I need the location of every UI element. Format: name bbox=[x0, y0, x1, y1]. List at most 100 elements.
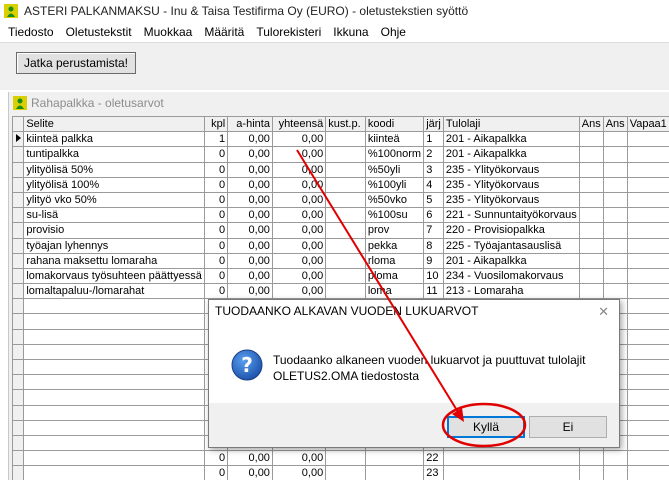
table-cell[interactable]: 0 bbox=[203, 252, 229, 269]
table-cell[interactable]: 0 bbox=[203, 222, 229, 239]
row-indicator[interactable] bbox=[12, 298, 25, 315]
table-cell[interactable] bbox=[23, 328, 205, 345]
table-cell[interactable] bbox=[602, 207, 628, 224]
table-cell[interactable] bbox=[602, 465, 628, 480]
table-cell[interactable] bbox=[626, 374, 669, 391]
menu-tiedosto[interactable]: Tiedosto bbox=[2, 22, 60, 42]
table-cell[interactable]: tuntipalkka bbox=[23, 146, 205, 163]
table-cell[interactable]: lomaltapaluu-/lomarahat bbox=[23, 283, 205, 300]
table-cell[interactable] bbox=[325, 237, 366, 254]
table-cell[interactable] bbox=[626, 176, 669, 193]
table-cell[interactable] bbox=[23, 404, 205, 421]
table-cell[interactable]: 0,00 bbox=[227, 207, 273, 224]
table-cell[interactable]: 23 bbox=[423, 465, 444, 480]
table-cell[interactable] bbox=[626, 328, 669, 345]
table-cell[interactable]: työajan lyhennys bbox=[23, 237, 205, 254]
table-cell[interactable] bbox=[325, 161, 366, 178]
table-cell[interactable]: 0,00 bbox=[271, 207, 327, 224]
table-cell[interactable]: 0,00 bbox=[227, 222, 273, 239]
table-cell[interactable]: %100su bbox=[364, 207, 425, 224]
table-cell[interactable]: 201 - Aikapalkka bbox=[442, 131, 580, 148]
table-cell[interactable]: 0 bbox=[203, 161, 229, 178]
table-cell[interactable]: 22 bbox=[423, 450, 444, 467]
table-cell[interactable] bbox=[23, 358, 205, 376]
table-cell[interactable]: provisio bbox=[23, 222, 205, 239]
table-cell[interactable]: 0,00 bbox=[227, 131, 273, 148]
table-cell[interactable]: 0 bbox=[203, 176, 229, 193]
menu-ikkuna[interactable]: Ikkuna bbox=[327, 22, 374, 42]
table-cell[interactable]: 0,00 bbox=[271, 465, 327, 480]
table-cell[interactable] bbox=[325, 191, 366, 209]
table-cell[interactable]: 0,00 bbox=[227, 161, 273, 178]
table-cell[interactable] bbox=[602, 176, 628, 193]
table-cell[interactable] bbox=[602, 131, 628, 148]
row-indicator[interactable] bbox=[12, 252, 25, 269]
table-cell[interactable] bbox=[325, 267, 366, 285]
table-cell[interactable]: %50vko bbox=[364, 191, 425, 209]
table-cell[interactable] bbox=[626, 267, 669, 285]
table-cell[interactable] bbox=[325, 131, 366, 148]
table-row[interactable]: 0 0,00 0,00 23 bbox=[12, 465, 669, 480]
row-indicator[interactable] bbox=[12, 131, 25, 148]
row-indicator[interactable] bbox=[12, 191, 25, 209]
table-cell[interactable]: 7 bbox=[423, 222, 444, 239]
table-cell[interactable] bbox=[626, 146, 669, 163]
table-cell[interactable] bbox=[626, 404, 669, 421]
row-indicator[interactable] bbox=[12, 343, 25, 361]
row-indicator[interactable] bbox=[12, 176, 25, 193]
table-cell[interactable] bbox=[626, 434, 669, 452]
yes-button[interactable]: Kyllä bbox=[447, 416, 525, 438]
table-cell[interactable]: 235 - Ylityökorvaus bbox=[442, 191, 580, 209]
table-cell[interactable] bbox=[325, 207, 366, 224]
table-cell[interactable] bbox=[602, 161, 628, 178]
table-cell[interactable]: 5 bbox=[423, 191, 444, 209]
row-indicator[interactable] bbox=[12, 313, 25, 330]
header-tulolaji[interactable]: Tulolaji bbox=[442, 116, 580, 133]
table-cell[interactable] bbox=[578, 450, 604, 467]
row-indicator[interactable] bbox=[12, 434, 25, 452]
table-cell[interactable] bbox=[325, 450, 366, 467]
table-cell[interactable]: 10 bbox=[423, 267, 444, 285]
table-row[interactable]: su-lisä 0 0,00 0,00 %100su 6 221 - Sunnuntaity… bbox=[12, 207, 669, 224]
row-indicator[interactable] bbox=[12, 404, 25, 421]
menu-maarita[interactable]: Määritä bbox=[198, 22, 250, 42]
table-cell[interactable] bbox=[626, 161, 669, 178]
table-cell[interactable]: 0 bbox=[203, 465, 229, 480]
table-cell[interactable] bbox=[578, 191, 604, 209]
table-cell[interactable]: 225 - Työajantasauslisä bbox=[442, 237, 580, 254]
table-row[interactable]: rahana maksettu lomaraha 0 0,00 0,00 rloma 9 2… bbox=[12, 252, 669, 269]
table-cell[interactable] bbox=[23, 465, 205, 480]
table-cell[interactable]: lomakorvaus työsuhteen päättyessä bbox=[23, 267, 205, 285]
table-cell[interactable]: 0,00 bbox=[227, 283, 273, 300]
table-cell[interactable]: 0 bbox=[203, 207, 229, 224]
table-cell[interactable] bbox=[602, 283, 628, 300]
table-row[interactable]: lomakorvaus työsuhteen päättyessä 0 0,00 0,… bbox=[12, 267, 669, 285]
table-cell[interactable] bbox=[23, 374, 205, 391]
menu-tulorekisteri[interactable]: Tulorekisteri bbox=[250, 22, 327, 42]
table-cell[interactable]: 0,00 bbox=[227, 191, 273, 209]
row-indicator[interactable] bbox=[12, 237, 25, 254]
table-cell[interactable]: ylityö vko 50% bbox=[23, 191, 205, 209]
table-cell[interactable] bbox=[325, 176, 366, 193]
table-cell[interactable]: 0,00 bbox=[227, 450, 273, 467]
table-cell[interactable] bbox=[602, 267, 628, 285]
table-cell[interactable]: prov bbox=[364, 222, 425, 239]
table-cell[interactable]: 0,00 bbox=[271, 191, 327, 209]
table-row[interactable]: ylityölisä 100% 0 0,00 0,00 %100yli 4 235 - Yl… bbox=[12, 176, 669, 193]
table-cell[interactable]: 0,00 bbox=[271, 161, 327, 178]
menu-oletustekstit[interactable]: Oletustekstit bbox=[60, 22, 138, 42]
table-cell[interactable] bbox=[578, 222, 604, 239]
menu-ohje[interactable]: Ohje bbox=[375, 22, 412, 42]
table-cell[interactable] bbox=[602, 237, 628, 254]
table-cell[interactable] bbox=[602, 252, 628, 269]
table-cell[interactable]: 221 - Sunnuntaityökorvaus bbox=[442, 207, 580, 224]
header-a-hinta[interactable]: a-hinta bbox=[227, 116, 273, 133]
table-cell[interactable]: 2 bbox=[423, 146, 444, 163]
table-cell[interactable]: 235 - Ylityökorvaus bbox=[442, 161, 580, 178]
table-cell[interactable]: %50yli bbox=[364, 161, 425, 178]
row-indicator[interactable] bbox=[12, 465, 25, 480]
header-ans2[interactable]: Ans bbox=[602, 116, 628, 133]
table-cell[interactable]: su-lisä bbox=[23, 207, 205, 224]
table-cell[interactable] bbox=[442, 465, 580, 480]
table-cell[interactable] bbox=[364, 465, 425, 480]
